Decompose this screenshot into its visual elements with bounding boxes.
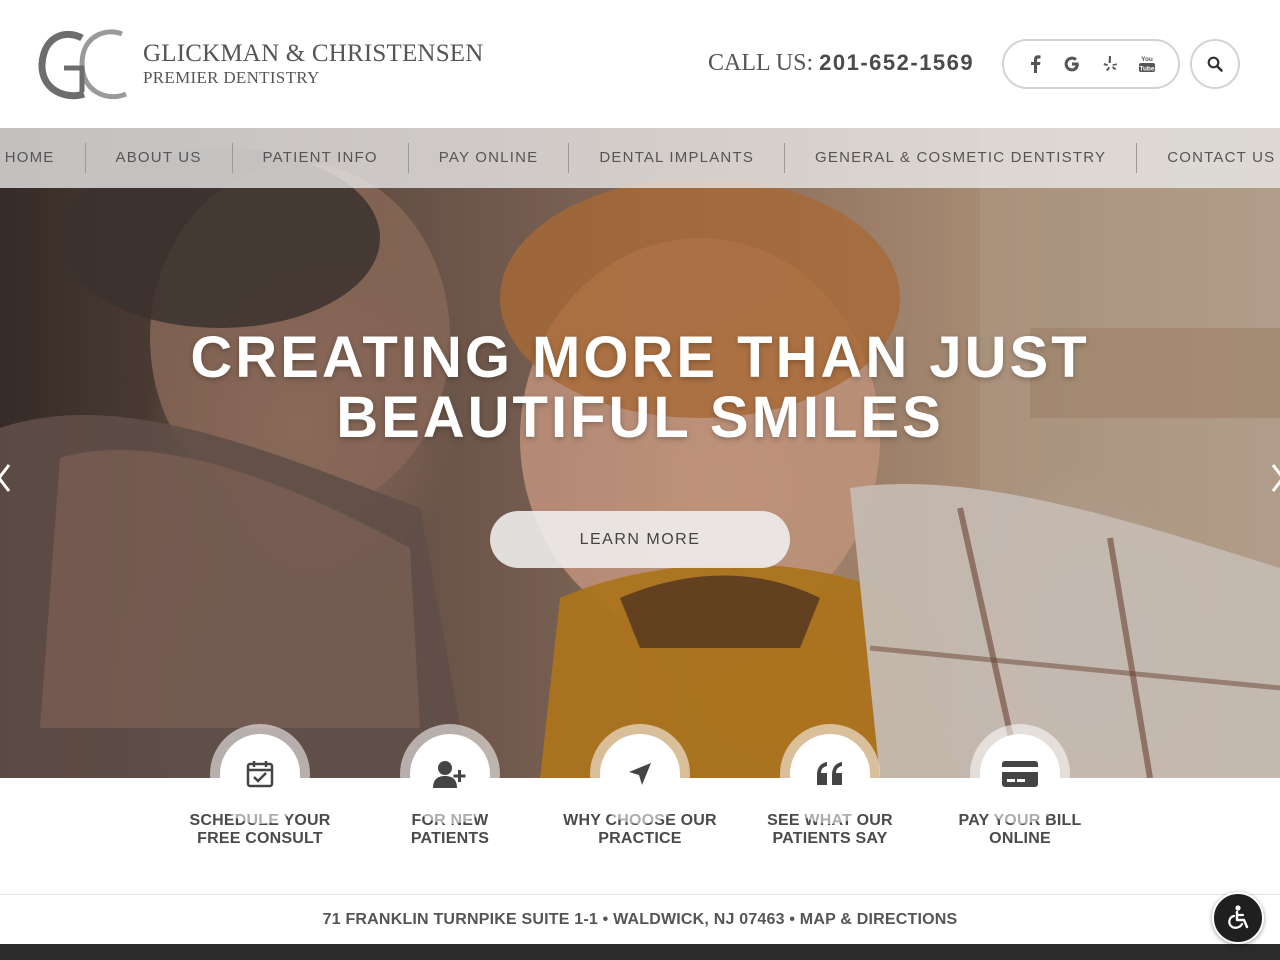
quick-link-circle — [400, 724, 500, 824]
svg-text:You: You — [1141, 56, 1153, 63]
quick-link-circle — [590, 724, 690, 824]
hero-overlay — [0, 128, 1280, 778]
slider-prev-icon[interactable] — [0, 458, 14, 498]
hero-headline: CREATING MORE THAN JUST BEAUTIFUL SMILES — [0, 328, 1280, 448]
gc-monogram-icon — [38, 29, 128, 100]
search-button[interactable] — [1190, 39, 1240, 89]
quick-link-testimonials[interactable]: SEE WHAT OURPATIENTS SAY — [750, 724, 910, 848]
practice-name: GLICKMAN & CHRISTENSEN — [143, 40, 484, 67]
youtube-icon[interactable]: You Tube — [1133, 50, 1161, 78]
nav-patient-info[interactable]: PATIENT INFO — [231, 143, 408, 173]
footer-strip — [0, 944, 1280, 960]
address-bar[interactable]: 71 FRANKLIN TURNPIKE SUITE 1-1 • WALDWIC… — [0, 894, 1280, 944]
nav-pay-online[interactable]: PAY ONLINE — [407, 143, 569, 173]
main-nav: HOME ABOUT US PATIENT INFO PAY ONLINE DE… — [0, 128, 1280, 188]
hero-slider: HOME ABOUT US PATIENT INFO PAY ONLINE DE… — [0, 128, 1280, 778]
quick-link-schedule[interactable]: SCHEDULE YOUR FREE CONSULT — [180, 724, 340, 848]
quick-link-pay-bill[interactable]: PAY YOUR BILLONLINE — [940, 724, 1100, 848]
practice-logo[interactable]: GLICKMAN & CHRISTENSEN PREMIER DENTISTRY — [38, 28, 483, 102]
quick-link-circle — [780, 724, 880, 824]
quick-link-new-patients[interactable]: FOR NEWPATIENTS — [370, 724, 530, 848]
facebook-icon[interactable] — [1021, 50, 1049, 78]
yelp-icon[interactable] — [1096, 50, 1124, 78]
address-text: 71 FRANKLIN TURNPIKE SUITE 1-1 • WALDWIC… — [322, 910, 958, 928]
nav-home[interactable]: HOME — [0, 143, 85, 173]
quick-link-why-choose[interactable]: WHY CHOOSE OURPRACTICE — [560, 724, 720, 848]
site-header: GLICKMAN & CHRISTENSEN PREMIER DENTISTRY… — [0, 0, 1280, 128]
credit-card-icon — [1002, 761, 1038, 787]
quote-icon — [817, 762, 842, 785]
search-icon — [1207, 56, 1223, 72]
call-us: CALL US: 201-652-1569 — [708, 50, 974, 77]
call-label: CALL US: — [708, 50, 814, 76]
wheelchair-icon — [1228, 905, 1249, 929]
phone-link[interactable]: 201-652-1569 — [819, 50, 974, 75]
nav-general-cosmetic[interactable]: GENERAL & COSMETIC DENTISTRY — [784, 143, 1136, 173]
calendar-check-icon — [246, 761, 274, 788]
google-icon[interactable] — [1058, 50, 1086, 78]
nav-dental-implants[interactable]: DENTAL IMPLANTS — [568, 143, 784, 173]
quick-links: SCHEDULE YOURFREE CONSULT FOR NEWPATIENT… — [0, 724, 1280, 894]
social-links: You Tube — [1002, 39, 1180, 89]
nav-about-us[interactable]: ABOUT US — [84, 143, 232, 173]
headline-line-1: CREATING MORE THAN JUST — [190, 325, 1090, 390]
user-plus-icon — [433, 761, 466, 788]
accessibility-button[interactable] — [1212, 892, 1264, 944]
svg-text:Tube: Tube — [1140, 65, 1155, 72]
learn-more-button[interactable]: LEARN MORE — [490, 511, 790, 568]
slider-next-icon[interactable] — [1268, 458, 1280, 498]
quick-link-circle — [210, 724, 310, 824]
quick-link-circle — [970, 724, 1070, 824]
location-arrow-icon — [629, 763, 651, 785]
headline-line-2: BEAUTIFUL SMILES — [336, 385, 944, 450]
nav-contact-us[interactable]: CONTACT US — [1136, 143, 1280, 173]
practice-tagline: PREMIER DENTISTRY — [143, 68, 320, 87]
